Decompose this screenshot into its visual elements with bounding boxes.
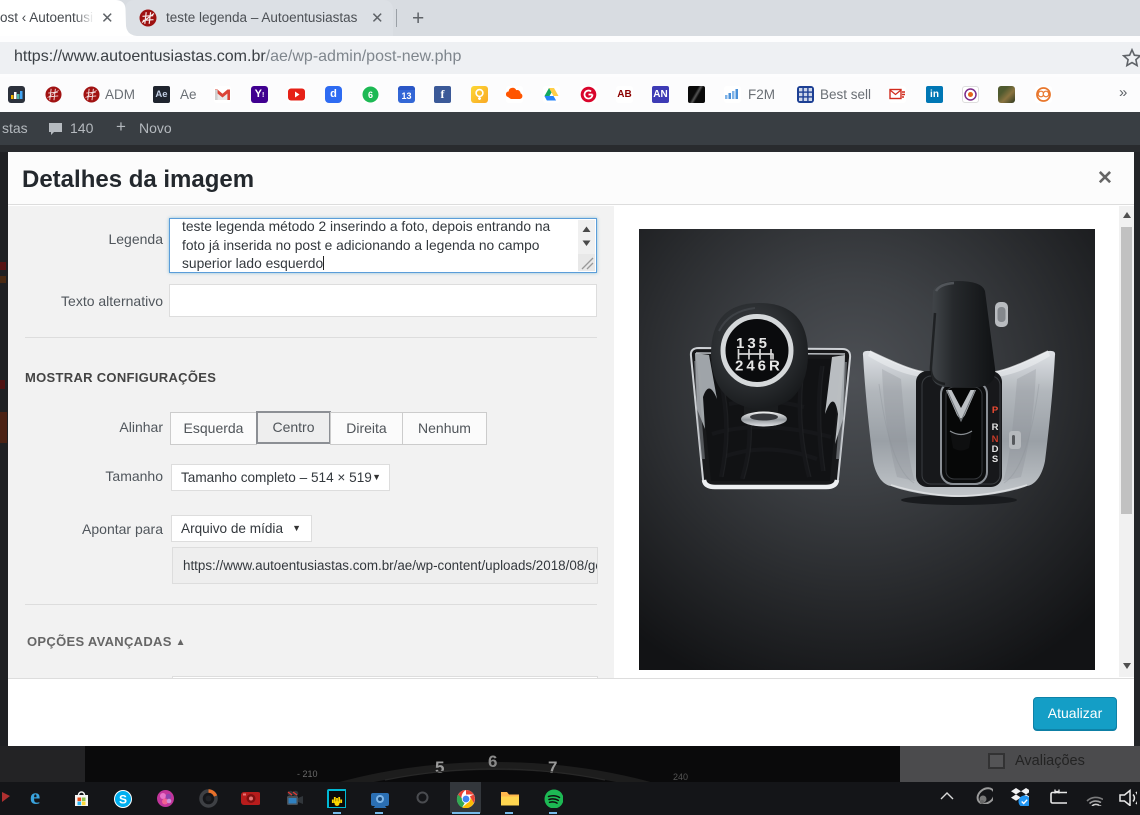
svg-text:S: S: [992, 454, 998, 465]
svg-text:6: 6: [368, 90, 373, 100]
svg-text:6: 6: [488, 752, 497, 771]
svg-text:5: 5: [435, 758, 444, 777]
svg-text:S: S: [119, 793, 127, 807]
svg-text:R: R: [992, 422, 999, 433]
svg-text:7: 7: [548, 758, 557, 777]
svg-text:246R: 246R: [735, 358, 783, 375]
svg-text:240: 240: [673, 772, 688, 782]
svg-text:P: P: [992, 405, 999, 416]
svg-text:- 210: - 210: [297, 769, 318, 779]
svg-text:135: 135: [736, 335, 770, 352]
